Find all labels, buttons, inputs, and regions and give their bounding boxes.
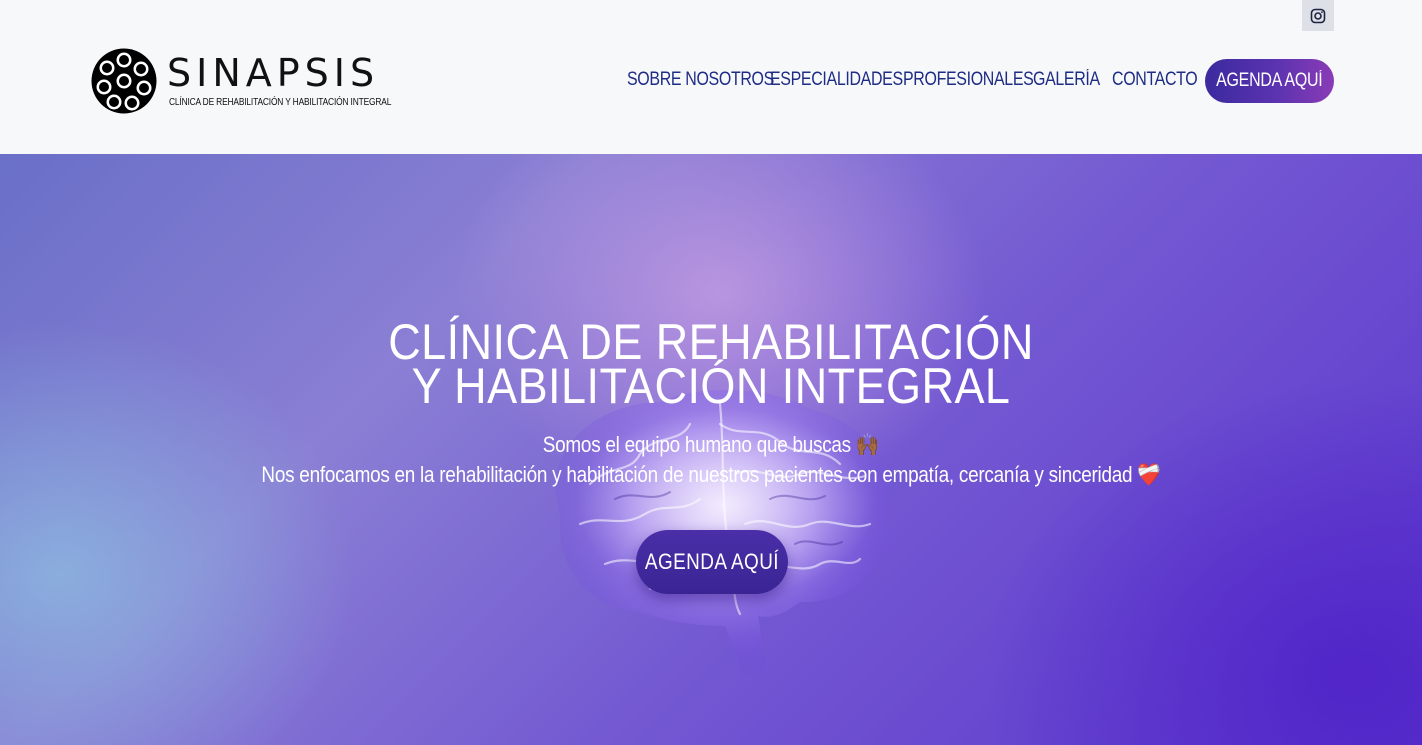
hero-title: CLÍNICA DE REHABILITACIÓN Y HABILITACIÓN…: [0, 317, 1422, 414]
instagram-button[interactable]: [1302, 0, 1334, 31]
agenda-nav-button[interactable]: AGENDA AQUÍ: [1205, 59, 1334, 103]
nav-item-sobre-nosotros[interactable]: SOBRE NOSOTROS: [627, 69, 774, 91]
hero-subtitle: Somos el equipo humano que buscas 🙌🏾 Nos…: [0, 430, 1422, 490]
hero-subtitle-line-2: Nos enfocamos en la rehabilitación y hab…: [100, 460, 1323, 490]
hero-subtitle-line-2-text: Nos enfocamos en la rehabilitación y hab…: [261, 462, 1133, 487]
site-header: SINAPSIS CLÍNICA DE REHABILITACIÓN Y HAB…: [0, 0, 1422, 154]
nav-item-galeria[interactable]: GALERÍA: [1033, 69, 1100, 91]
nav-item-profesionales[interactable]: PROFESIONALES: [903, 69, 1034, 91]
raised-hands-icon: 🙌🏾: [855, 432, 880, 457]
mending-heart-icon: ❤️‍🩹: [1137, 462, 1161, 487]
instagram-icon: [1310, 8, 1326, 23]
hero-section: CLÍNICA DE REHABILITACIÓN Y HABILITACIÓN…: [0, 154, 1422, 745]
hero-title-line-2: Y HABILITACIÓN INTEGRAL: [411, 358, 1011, 414]
agenda-hero-button[interactable]: AGENDA AQUÍ: [636, 530, 788, 594]
main-nav: SOBRE NOSOTROS ESPECIALIDADES PROFESIONA…: [0, 59, 1422, 103]
hero-subtitle-line-1-text: Somos el equipo humano que buscas: [542, 432, 851, 457]
agenda-hero-button-label: AGENDA AQUÍ: [644, 549, 780, 574]
nav-item-especialidades[interactable]: ESPECIALIDADES: [770, 69, 903, 91]
agenda-nav-button-label: AGENDA AQUÍ: [1216, 70, 1323, 91]
nav-item-contacto[interactable]: CONTACTO: [1112, 69, 1198, 91]
hero-subtitle-line-1: Somos el equipo humano que buscas 🙌🏾: [100, 430, 1323, 460]
